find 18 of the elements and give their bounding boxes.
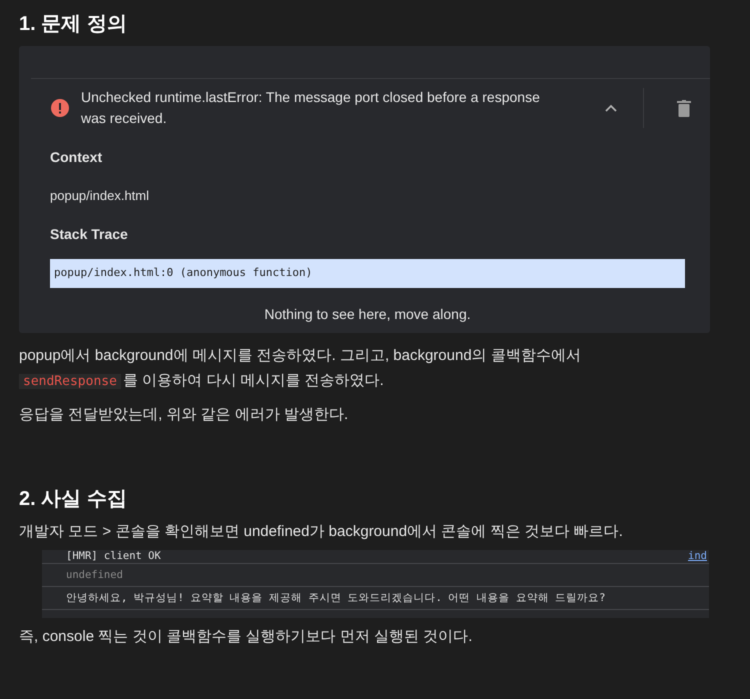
- console-line: undefined: [66, 568, 123, 582]
- context-label: Context: [50, 148, 104, 167]
- source-link[interactable]: ind: [688, 550, 707, 562]
- error-icon: [51, 99, 69, 117]
- paragraph: popup에서 background에 메시지를 전송하였다. 그리고, background의 콜백함수에서 sendResponse 를 이용하여 다시 메시지를 전송하였다.: [19, 346, 582, 390]
- console-line: 안녕하세요, 박규성님! 요약할 내용을 제공해 주시면 도와드리겠습니다. 어떤 내용을 요약해 드릴까요?: [66, 590, 606, 604]
- chevron-icon: [605, 104, 617, 112]
- section-heading: 1. 문제 정의: [19, 12, 128, 37]
- paragraph: 즉, console 찍는 것이 콜백함수를 실행하기보다 먼저 실행된 것이다.: [19, 626, 474, 646]
- paragraph: 개발자 모드 > 콘솔을 확인해보면 undefined가 background에서 콘솔에 찍은 것보다 빠르다.: [19, 522, 624, 542]
- stack-trace-label: Stack Trace: [50, 224, 129, 244]
- context-value: popup/index.html: [50, 187, 150, 205]
- trash-icon: [677, 100, 691, 116]
- section-heading: 2. 사실 수집: [19, 486, 128, 512]
- empty-message: Nothing to see here, move along.: [263, 304, 472, 324]
- error-message: Unchecked runtime.lastError: The message port closed before a response was received.: [81, 88, 541, 128]
- console-line: [HMR] client OK: [66, 550, 161, 562]
- paragraph: 응답을 전달받았는데, 위와 같은 에러가 발생한다.: [19, 404, 350, 424]
